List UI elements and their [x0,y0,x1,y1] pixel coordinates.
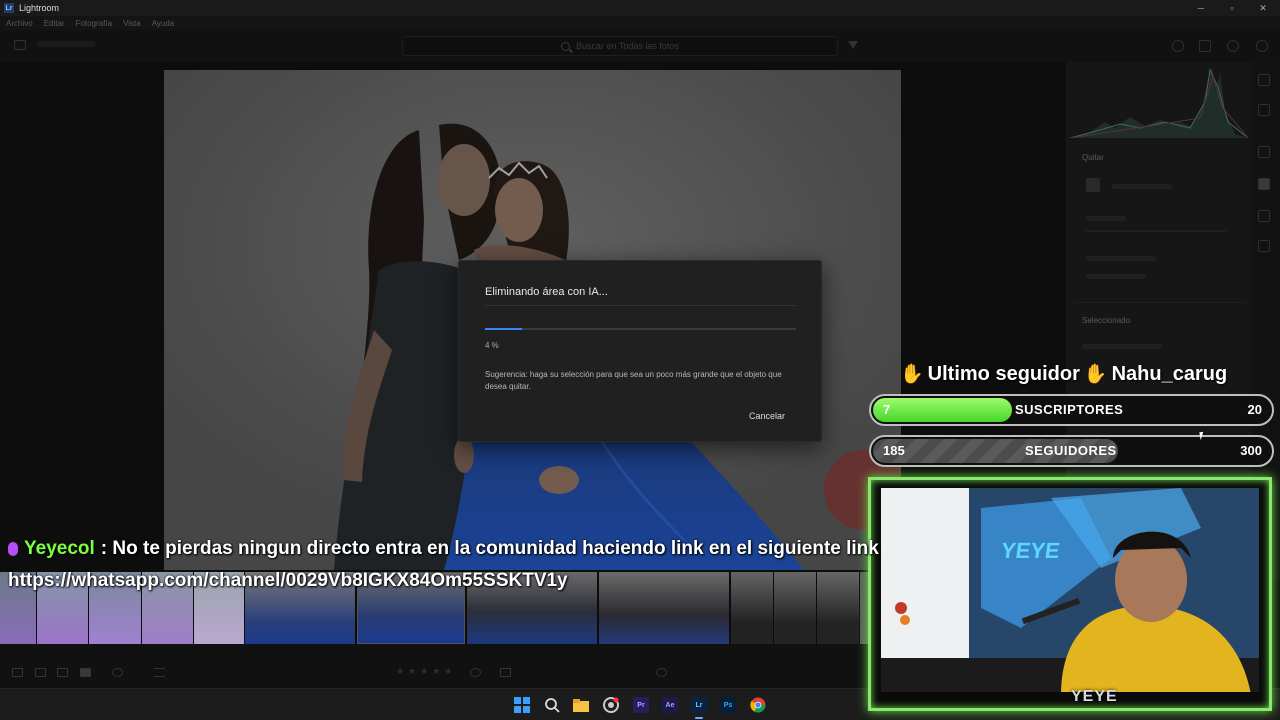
subscribers-progress-fill [873,398,1012,422]
chrome-icon[interactable] [750,697,766,713]
maximize-icon[interactable]: ▫ [1217,0,1247,16]
eraser-icon[interactable] [1086,178,1100,192]
selected-item [1082,344,1162,349]
tool-options [1112,184,1172,189]
wall-logo-sign: YEYE [999,538,1062,563]
redeye-tool-icon[interactable] [1258,240,1270,252]
histogram [1070,67,1248,138]
progress-percent: 4 % [485,341,499,350]
subscribers-label: SUSCRIPTORES [1015,402,1124,417]
window-titlebar: Lr Lightroom ─ ▫ ✕ [0,0,1280,16]
settings-icon[interactable] [656,668,667,677]
windows-start-icon[interactable] [514,697,530,713]
option-row [1086,256,1156,261]
lightroom-taskbar-icon[interactable]: Lr [691,697,707,713]
rock-hand-icon: ✋ [1083,364,1108,385]
menubar: Archivo Editar Fotografía Vista Ayuda [0,16,1280,30]
followers-goal: 300 [1240,443,1262,458]
progress-bar [485,328,796,330]
dialog-title: Eliminando área con IA... [485,286,608,298]
chrome-canary-icon[interactable] [603,697,619,713]
menu-archivo[interactable]: Archivo [6,19,33,28]
panel-toggle-icon[interactable] [14,40,26,50]
search-placeholder: Buscar en Todas las fotos [576,41,679,51]
panel-divider [1074,302,1246,303]
mask-tool-icon[interactable] [1258,210,1270,222]
premiere-pro-icon[interactable]: Pr [633,697,649,713]
search-icon [561,41,571,51]
menu-editar[interactable]: Editar [44,19,65,28]
lightroom-bottom-bar: ★★★★★ [0,644,868,688]
square-grid-icon[interactable] [35,668,46,677]
search-input[interactable]: Buscar en Todas las fotos [402,36,838,56]
transform-tool-icon[interactable] [1258,146,1270,158]
menu-fotografia[interactable]: Fotografía [76,19,112,28]
rock-hand-icon: ✋ [900,364,924,385]
size-label [1086,216,1126,221]
subscribers-goal-bar: 7 SUSCRIPTORES 20 [869,394,1274,426]
dialog-hint: Sugerencia: haga su selección para que s… [485,370,782,391]
minimize-icon[interactable]: ─ [1186,0,1216,16]
close-icon[interactable]: ✕ [1248,0,1278,16]
chat-username: Yeyecol [24,538,95,559]
progress-fill [485,328,522,330]
help-icon[interactable] [1227,40,1239,52]
option-row-2 [1086,274,1146,279]
last-follower-label: Ultimo seguidor [927,362,1080,385]
chat-link[interactable]: https://whatsapp.com/channel/0029Vb8IGKX… [8,570,568,592]
filmstrip-thumb[interactable] [731,572,773,644]
lightroom-toolbar: Buscar en Todas las fotos [0,30,1280,62]
toolbar-placeholder [36,41,96,47]
ai-remove-dialog: Eliminando área con IA... 4 % Sugerencia… [458,260,822,442]
screen: Lr Lightroom ─ ▫ ✕ Archivo Editar Fotogr… [0,0,1280,720]
account-icon[interactable] [1256,40,1268,52]
file-explorer-icon[interactable] [573,697,589,713]
window-title: Lightroom [19,3,60,13]
cancel-button[interactable]: Cancelar [749,411,785,421]
sort-icon[interactable] [112,668,123,677]
edit-tool-icon[interactable] [1258,74,1270,86]
search-icon[interactable] [544,697,560,713]
filmstrip-thumb[interactable] [860,572,868,644]
grid-view-icon[interactable] [12,668,23,677]
size-slider[interactable] [1086,230,1226,232]
webcam-frame: YEYE YEYE [868,477,1272,711]
remove-section-title: Quitar [1082,153,1104,162]
filmstrip-thumb[interactable] [774,572,816,644]
active-app-indicator [695,717,703,719]
filter-icon[interactable] [848,41,858,49]
webcam-scene [881,488,1259,692]
filmstrip-thumb[interactable] [599,572,729,644]
crop-tool-icon[interactable] [1258,104,1270,116]
menu-ayuda[interactable]: Ayuda [152,19,175,28]
photoshop-icon[interactable]: Ps [720,697,736,713]
followers-goal-bar: 185 SEGUIDORES 300 [869,435,1274,467]
last-follower-name: Nahu_carug [1111,362,1228,385]
followers-current: 185 [883,443,905,458]
single-view-icon[interactable] [80,668,91,677]
info-icon[interactable] [500,668,511,677]
menu-vista[interactable]: Vista [123,19,141,28]
list-icon[interactable] [154,668,165,677]
dialog-divider [485,305,796,306]
last-follower-banner: ✋ Ultimo seguidor ✋ Nahu_carug [900,362,1227,386]
subscribers-goal: 20 [1247,402,1262,417]
chat-text: : No te pierdas ningun directo entra en … [100,538,879,559]
filmstrip-thumb[interactable] [817,572,859,644]
subscribers-current: 7 [883,402,891,417]
share-icon[interactable] [1199,40,1211,52]
remove-tool-icon[interactable] [1258,178,1270,190]
filmstrip-view-icon[interactable] [57,668,68,677]
lightroom-app-icon: Lr [4,3,14,13]
cloud-icon[interactable] [1172,40,1184,52]
rating-stars[interactable]: ★★★★★ [396,666,456,677]
selected-section-title: Seleccionado [1082,316,1131,325]
webcam-logo: YEYE [1071,688,1118,705]
chat-message: Yeyecol : No te pierdas ningun directo e… [8,538,879,560]
microphone-icon [8,542,18,556]
after-effects-icon[interactable]: Ae [662,697,678,713]
followers-label: SEGUIDORES [1025,443,1117,458]
webcam-feed: YEYE [881,488,1259,692]
flag-icon[interactable] [470,668,481,677]
